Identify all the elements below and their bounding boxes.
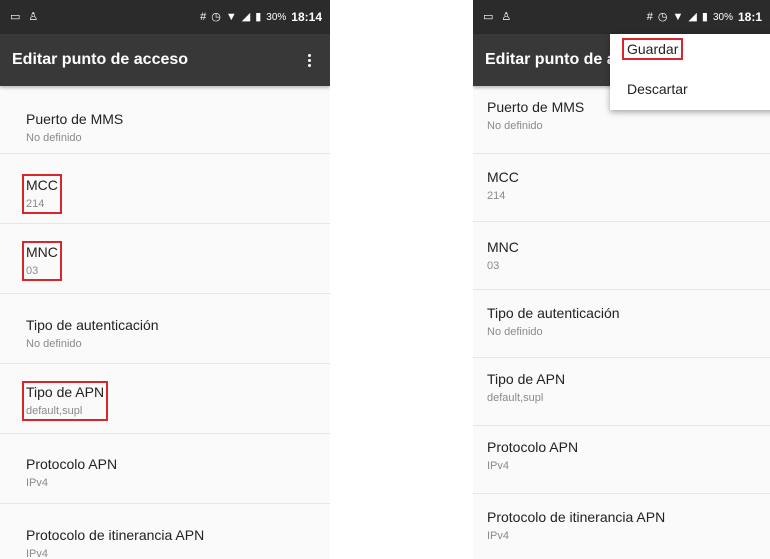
setting-text: Protocolo APN IPv4 [483,436,582,476]
discard-button[interactable]: Descartar [622,78,693,100]
battery-icon: ▮ [255,10,262,23]
setting-text: Tipo de autenticación No definido [22,314,163,354]
setting-apn-roaming-protocol[interactable]: Protocolo de itinerancia APN IPv4 [473,494,770,559]
setting-text: MCC 214 [22,174,62,214]
page-title: Editar punto de acceso [12,51,189,68]
clock: 18:1 [737,10,762,24]
setting-text: MNC 03 [483,236,523,276]
setting-title: Protocolo de itinerancia APN [26,527,205,543]
setting-title: MNC [26,244,58,260]
status-bar: ▭ ♙ # ◷ ▼ ◢ ▮ 30% 18:14 [0,0,330,34]
save-button[interactable]: Guardar [622,38,684,60]
status-bar: ▭ ♙ # ◷ ▼ ◢ ▮ 30% 18:1 [473,0,770,34]
setting-text: Puerto de MMS No definido [483,96,588,136]
setting-title: Protocolo APN [487,439,579,455]
setting-summary: default,supl [26,405,83,417]
overflow-menu-icon[interactable] [300,48,318,72]
notification-icon: ▭ [483,10,494,23]
setting-title: MCC [26,177,58,193]
alarm-icon: ◷ [211,10,221,23]
setting-mms-port[interactable]: Puerto de MMS No definido [0,86,330,154]
setting-summary: No definido [487,120,543,132]
setting-apn-type[interactable]: Tipo de APN default,supl [0,366,330,434]
hash-icon: # [646,10,653,23]
clock: 18:14 [291,10,322,24]
setting-title: MNC [487,239,519,255]
page-title: Editar punto de a [485,51,616,68]
setting-summary: IPv4 [26,548,49,559]
app-bar: Editar punto de acceso [0,34,330,86]
setting-title: Tipo de APN [487,371,566,387]
setting-text: Protocolo APN IPv4 [22,453,121,493]
android-icon: ♙ [501,10,512,23]
phone-screen-left: ▭ ♙ # ◷ ▼ ◢ ▮ 30% 18:14 Editar punto de … [0,0,330,559]
setting-apn-type[interactable]: Tipo de APN default,supl [473,358,770,426]
battery-percent: 30% [712,11,733,23]
setting-summary: No definido [26,132,82,144]
setting-apn-protocol[interactable]: Protocolo APN IPv4 [0,436,330,504]
setting-summary: No definido [487,326,543,338]
phone-screen-right: ▭ ♙ # ◷ ▼ ◢ ▮ 30% 18:1 Editar punto de a… [473,0,770,559]
alarm-icon: ◷ [657,10,668,23]
setting-summary: 214 [487,190,506,202]
setting-title: Tipo de autenticación [26,317,159,333]
battery-icon: ▮ [701,10,708,23]
setting-text: Protocolo de itinerancia APN IPv4 [22,524,208,559]
overflow-popup-menu: Guardar Descartar [610,34,770,110]
setting-summary: 03 [487,260,500,272]
setting-summary: IPv4 [487,460,510,472]
setting-text: Tipo de autenticación No definido [483,302,624,342]
setting-text: Tipo de APN default,supl [22,381,109,421]
setting-title: MCC [487,169,519,185]
menu-item-discard[interactable]: Descartar [610,72,770,110]
setting-auth-type[interactable]: Tipo de autenticación No definido [473,290,770,358]
signal-icon: ◢ [241,10,251,23]
setting-text: Protocolo de itinerancia APN IPv4 [483,506,669,546]
setting-mnc[interactable]: MNC 03 [473,222,770,290]
setting-summary: No definido [26,338,82,350]
setting-apn-roaming-protocol[interactable]: Protocolo de itinerancia APN IPv4 [0,506,330,559]
setting-apn-protocol[interactable]: Protocolo APN IPv4 [473,426,770,494]
setting-title: Puerto de MMS [487,99,585,115]
android-icon: ♙ [28,10,39,23]
setting-text: Tipo de APN default,supl [483,368,569,408]
battery-percent: 30% [266,11,287,23]
notification-icon: ▭ [10,10,21,23]
signal-icon: ◢ [688,10,697,23]
setting-title: Protocolo de itinerancia APN [487,509,666,525]
hash-icon: # [200,10,207,23]
setting-text: MCC 214 [483,166,523,206]
wifi-icon: ▼ [225,10,237,23]
setting-mnc[interactable]: MNC 03 [0,226,330,294]
setting-title: Tipo de autenticación [487,305,620,321]
setting-title: Tipo de APN [26,384,105,400]
setting-text: MNC 03 [22,241,62,281]
setting-auth-type[interactable]: Tipo de autenticación No definido [0,296,330,364]
setting-title: Protocolo APN [26,456,118,472]
setting-summary: 03 [26,265,39,277]
setting-mcc[interactable]: MCC 214 [473,154,770,222]
setting-summary: 214 [26,198,45,210]
setting-text: Puerto de MMS No definido [22,108,127,148]
menu-item-save[interactable]: Guardar [610,34,770,72]
setting-title: Puerto de MMS [26,111,124,127]
setting-summary: IPv4 [487,530,510,542]
setting-summary: IPv4 [26,477,49,489]
wifi-icon: ▼ [672,10,684,23]
setting-summary: default,supl [487,392,544,404]
setting-mcc[interactable]: MCC 214 [0,156,330,224]
